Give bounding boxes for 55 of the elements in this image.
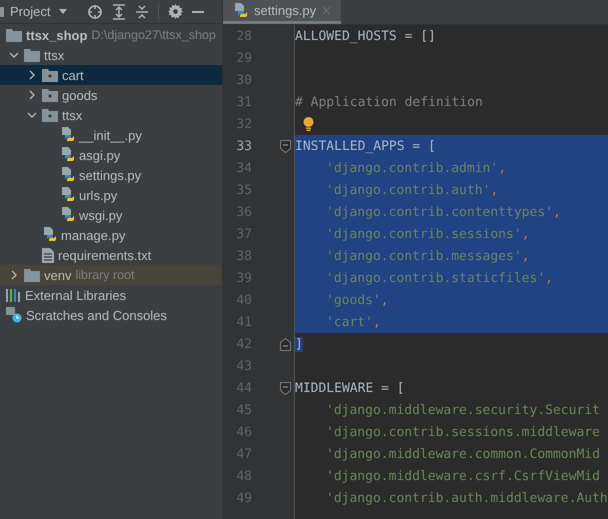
tree-item[interactable]: __init__.py xyxy=(0,125,222,145)
python-file-icon xyxy=(60,187,75,203)
settings-icon[interactable] xyxy=(168,4,184,19)
package-folder-icon xyxy=(42,108,58,122)
tree-item[interactable]: venv library root xyxy=(0,265,222,285)
tree-item[interactable]: settings.py xyxy=(0,165,222,185)
code-line: 'django.middleware.csrf.CsrfViewMid xyxy=(325,468,601,486)
caret-icon xyxy=(58,8,68,14)
tree-item[interactable]: ttsx xyxy=(0,45,222,65)
tree-item[interactable]: wsgi.py xyxy=(0,205,222,225)
text-file-icon xyxy=(42,248,54,262)
panel-icon xyxy=(0,6,5,18)
fold-marker-icon[interactable] xyxy=(280,140,291,152)
code-line: MIDDLEWARE = [ xyxy=(295,380,406,398)
python-file-icon xyxy=(60,207,75,223)
tree-item[interactable]: cart xyxy=(0,65,222,85)
tree-item[interactable]: asgi.py xyxy=(0,145,222,165)
tree-item[interactable]: goods xyxy=(0,85,222,105)
code-line: 'django.middleware.common.CommonMid xyxy=(325,446,601,464)
code-line: 'django.middleware.security.Securit xyxy=(325,402,601,420)
library-bars-icon xyxy=(6,288,21,302)
python-file-icon xyxy=(233,2,248,18)
lightbulb-icon[interactable] xyxy=(303,117,314,131)
minimize-icon[interactable] xyxy=(192,10,204,14)
project-view-dropdown[interactable]: Project xyxy=(10,4,78,19)
locate-icon[interactable] xyxy=(87,4,104,20)
expand-all-icon[interactable] xyxy=(112,4,126,20)
editor-tab[interactable]: settings.py xyxy=(223,0,342,24)
project-path: D:\django27\ttsx_shop xyxy=(91,28,216,42)
python-file-icon xyxy=(42,227,57,243)
python-file-icon xyxy=(60,127,75,143)
tree-item[interactable]: External Libraries xyxy=(0,285,222,305)
code-line: ALLOWED_HOSTS = [] xyxy=(295,28,437,46)
tree-item[interactable]: Scratches and Consoles xyxy=(0,305,222,325)
python-file-icon xyxy=(60,167,75,183)
collapse-all-icon[interactable] xyxy=(135,4,150,20)
fold-marker-icon[interactable] xyxy=(280,382,291,394)
tree-item[interactable]: requirements.txt xyxy=(0,245,222,265)
code-line: # Application definition xyxy=(295,94,484,112)
tree-item[interactable]: urls.py xyxy=(0,185,222,205)
folder-icon xyxy=(24,268,40,282)
line-number: 33 xyxy=(235,138,252,154)
folder-hint: library root xyxy=(75,268,135,282)
code-line: 'django.contrib.auth.middleware.Auth xyxy=(325,490,608,508)
tree-item[interactable]: ttsx xyxy=(0,105,222,125)
folder-icon xyxy=(24,48,40,62)
python-file-icon xyxy=(60,147,75,163)
code-line: 'django.contrib.sessions.middleware xyxy=(325,424,601,442)
package-folder-icon xyxy=(42,88,58,102)
folder-icon xyxy=(6,28,22,42)
package-folder-icon xyxy=(42,68,58,82)
tree-item[interactable]: ttsx_shop D:\django27\ttsx_shop xyxy=(0,25,222,45)
fold-marker-icon[interactable] xyxy=(280,338,291,350)
tree-item[interactable]: manage.py xyxy=(0,225,222,245)
scratch-console-icon xyxy=(6,307,22,323)
